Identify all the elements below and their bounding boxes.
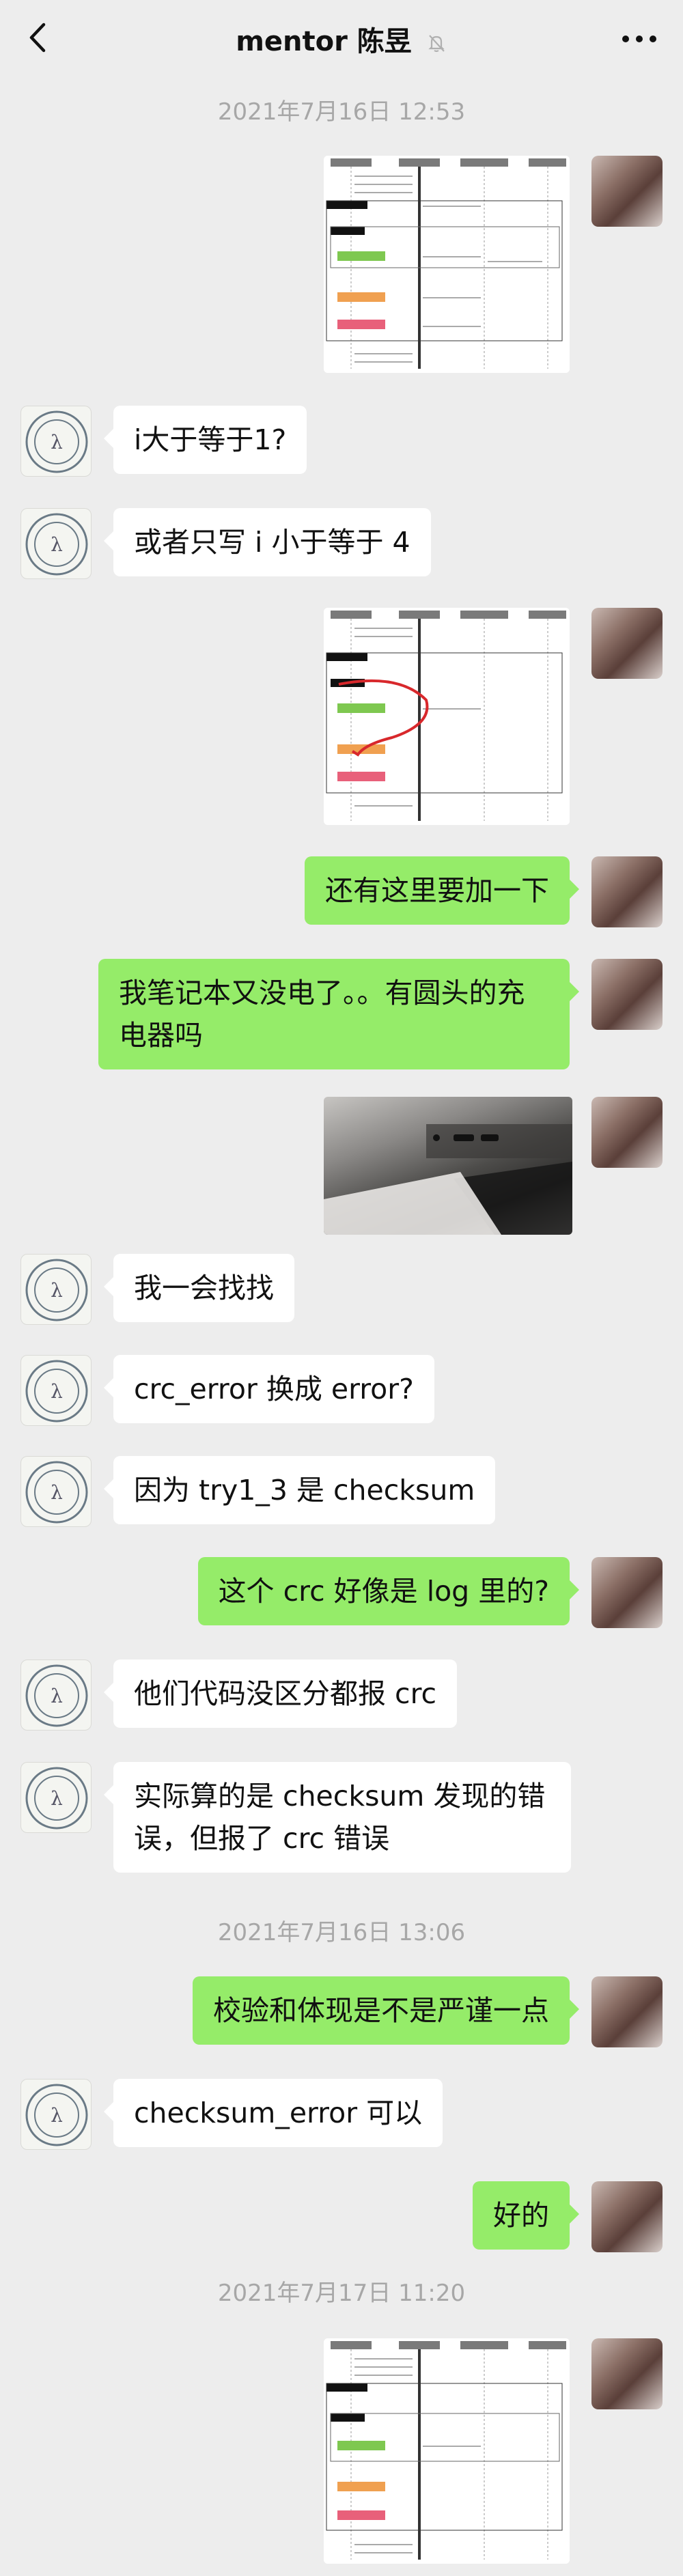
- svg-text:λ: λ: [51, 431, 63, 453]
- university-seal-icon: λ: [25, 1360, 88, 1423]
- chat-title: mentor 陈昱: [0, 19, 683, 59]
- chat-title-text: mentor 陈昱: [236, 26, 412, 57]
- message-bubble[interactable]: checksum_error 可以: [103, 2079, 443, 2147]
- svg-text:λ: λ: [51, 2104, 63, 2127]
- message-bubble[interactable]: 我一会找找: [104, 1254, 294, 1322]
- university-seal-icon: λ: [25, 513, 88, 576]
- image-message-diagram-annotated[interactable]: [324, 608, 570, 825]
- avatar-self[interactable]: [591, 1097, 663, 1168]
- avatar-mentor[interactable]: λ: [20, 1355, 92, 1426]
- message-bubble[interactable]: 实际算的是 checksum 发现的错误，但报了 crc 错误: [104, 1762, 571, 1873]
- message-bubble[interactable]: 校验和体现是不是严谨一点: [193, 1976, 579, 2045]
- timestamp: 2021年7月16日 12:53: [217, 98, 466, 126]
- avatar-mentor[interactable]: λ: [20, 406, 92, 477]
- message-bubble[interactable]: 或者只写 i 小于等于 4: [104, 508, 431, 576]
- message-bubble[interactable]: 我笔记本又没电了。。有圆头的充电器吗: [98, 959, 579, 1069]
- laptop-photo-icon: [324, 1124, 572, 1235]
- avatar-self[interactable]: [591, 608, 663, 679]
- image-message-diagram[interactable]: [324, 156, 570, 373]
- avatar-mentor[interactable]: λ: [20, 2079, 92, 2150]
- avatar-self[interactable]: [591, 856, 663, 927]
- university-seal-icon: λ: [25, 1767, 88, 1830]
- timestamp: 2021年7月16日 13:06: [217, 1919, 466, 1946]
- message-bubble[interactable]: 好的: [473, 2181, 579, 2250]
- image-message-diagram[interactable]: [324, 2338, 570, 2564]
- university-seal-icon: λ: [25, 2084, 88, 2146]
- avatar-self[interactable]: [591, 1976, 663, 2047]
- message-bubble[interactable]: crc_error 换成 error?: [104, 1355, 434, 1423]
- avatar-self[interactable]: [591, 1557, 663, 1628]
- bell-off-icon: [428, 35, 445, 53]
- avatar-mentor[interactable]: λ: [20, 1456, 92, 1527]
- avatar-mentor[interactable]: λ: [20, 1660, 92, 1731]
- message-bubble[interactable]: 这个 crc 好像是 log 里的?: [197, 1557, 580, 1625]
- svg-text:λ: λ: [51, 1279, 63, 1302]
- avatar-self[interactable]: [591, 156, 663, 227]
- avatar-mentor[interactable]: λ: [20, 1762, 92, 1833]
- avatar-self[interactable]: [591, 959, 663, 1030]
- avatar-mentor[interactable]: λ: [20, 508, 92, 579]
- message-bubble[interactable]: i大于等于1?: [103, 406, 307, 474]
- avatar-mentor[interactable]: λ: [20, 1254, 92, 1325]
- message-bubble[interactable]: 他们代码没区分都报 crc: [103, 1660, 458, 1728]
- avatar-self[interactable]: [591, 2338, 663, 2409]
- svg-text:λ: λ: [51, 1380, 63, 1403]
- chat-header: mentor 陈昱: [0, 0, 683, 76]
- university-seal-icon: λ: [25, 410, 88, 473]
- avatar-self[interactable]: [591, 2181, 663, 2252]
- svg-text:λ: λ: [51, 533, 63, 556]
- timestamp: 2021年7月17日 11:20: [217, 2280, 466, 2307]
- image-message-photo[interactable]: [324, 1097, 572, 1235]
- university-seal-icon: λ: [25, 1461, 88, 1524]
- svg-text:λ: λ: [51, 1481, 63, 1504]
- more-dots-icon[interactable]: [619, 22, 660, 56]
- university-seal-icon: λ: [25, 1259, 88, 1321]
- svg-text:λ: λ: [51, 1787, 63, 1810]
- university-seal-icon: λ: [25, 1664, 88, 1727]
- message-bubble[interactable]: 还有这里要加一下: [305, 856, 579, 925]
- svg-text:λ: λ: [51, 1685, 63, 1707]
- message-bubble[interactable]: 因为 try1_3 是 checksum: [103, 1456, 496, 1524]
